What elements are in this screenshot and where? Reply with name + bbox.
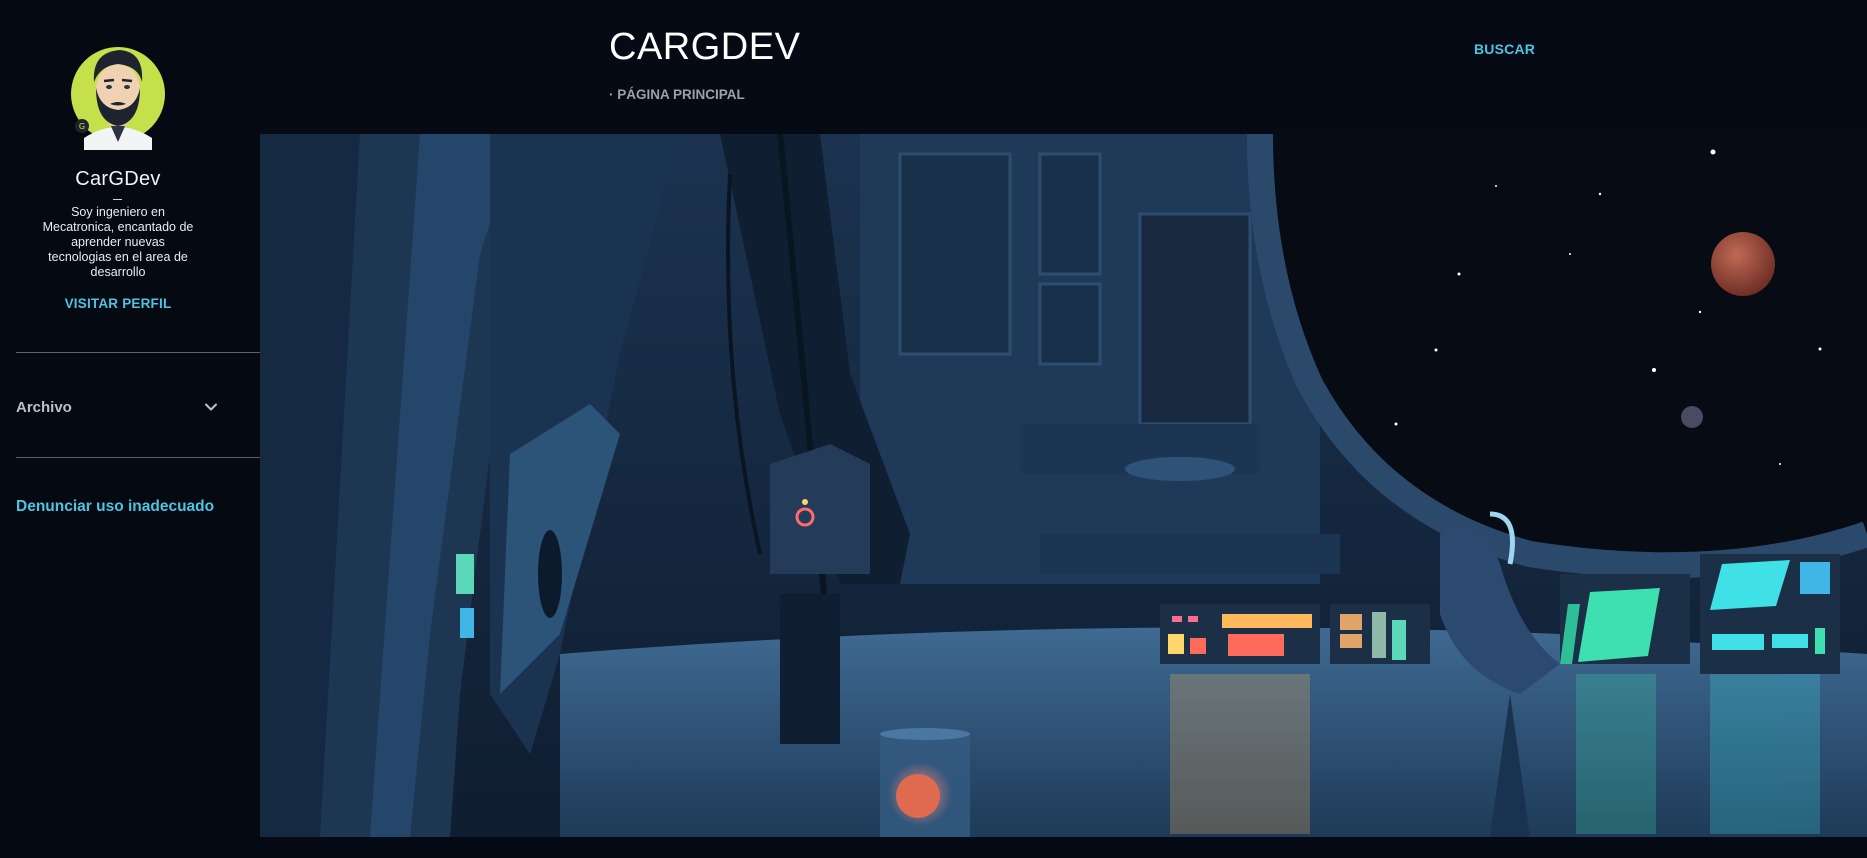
profile-divider — [113, 199, 122, 200]
report-abuse-link[interactable]: Denunciar uso inadecuado — [16, 498, 214, 516]
hero-image — [260, 134, 1867, 837]
sidebar: G CarGDev Soy ingeniero en Mecatronica, … — [0, 0, 260, 858]
blog-page: G CarGDev Soy ingeniero en Mecatronica, … — [0, 0, 1867, 858]
sidebar-divider — [16, 457, 260, 458]
search-button[interactable]: BUSCAR — [1474, 41, 1535, 57]
profile-name: CarGDev — [75, 168, 161, 190]
archive-toggle[interactable]: Archivo — [16, 396, 218, 418]
archive-label: Archivo — [16, 398, 72, 416]
svg-text:G: G — [79, 122, 85, 131]
chevron-down-icon — [204, 400, 218, 414]
profile-avatar[interactable]: G — [70, 38, 166, 150]
site-title[interactable]: CARGDEV — [609, 26, 800, 69]
profile-bio: Soy ingeniero en Mecatronica, encantado … — [42, 205, 194, 279]
sidebar-divider — [16, 352, 260, 353]
visit-profile-link[interactable]: VISITAR PERFIL — [0, 296, 236, 311]
breadcrumb: · PÁGINA PRINCIPAL — [609, 87, 745, 102]
